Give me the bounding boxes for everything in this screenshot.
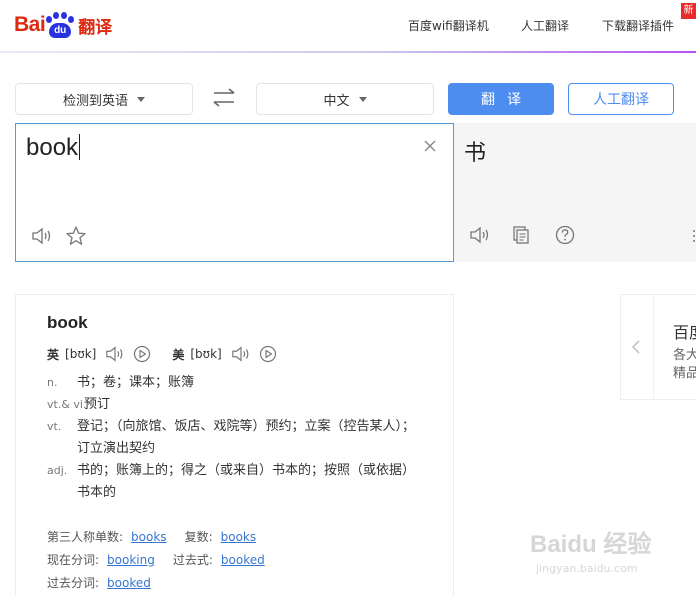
definition: 书；卷；课本；账簿 bbox=[77, 375, 195, 390]
chevron-left-icon[interactable] bbox=[631, 339, 641, 355]
target-language-label: 中文 bbox=[323, 93, 350, 109]
form-link[interactable]: books bbox=[221, 530, 257, 544]
definition: 书的；账簿上的；得之（或来自）书本的；按照（或依据）书本的 bbox=[77, 463, 416, 500]
side-card-title: 百度 bbox=[673, 323, 696, 342]
replay-icon[interactable] bbox=[258, 344, 278, 364]
source-language-select[interactable]: 检测到英语 bbox=[15, 83, 193, 115]
us-label: 美 bbox=[172, 347, 185, 362]
word-forms-row: 现在分词: booking 过去式: booked bbox=[47, 551, 283, 568]
swap-icon[interactable] bbox=[208, 86, 240, 110]
form-label: 现在分词: bbox=[47, 553, 100, 567]
form-label: 过去分词: bbox=[47, 576, 100, 590]
baidu-jingyan-watermark: Baidu 经验 jingyan.baidu.com bbox=[530, 524, 680, 586]
dictionary-word: book bbox=[47, 313, 88, 332]
form-label: 第三人称单数: bbox=[47, 530, 124, 544]
translate-button[interactable]: 翻译 bbox=[448, 83, 554, 115]
speaker-icon[interactable] bbox=[30, 225, 54, 247]
copy-icon[interactable] bbox=[510, 224, 532, 246]
translation-text: 书 bbox=[464, 141, 487, 166]
nav-download-plugin[interactable]: 下载翻译插件 bbox=[602, 17, 674, 34]
part-of-speech: vt. bbox=[47, 420, 62, 433]
human-translation-button[interactable]: 人工翻译 bbox=[568, 83, 674, 115]
translation-result-area: 书 bbox=[454, 123, 696, 262]
speaker-icon[interactable] bbox=[104, 344, 126, 364]
header-divider bbox=[0, 51, 696, 53]
target-language-select[interactable]: 中文 bbox=[256, 83, 434, 115]
form-label: 过去式: bbox=[172, 553, 213, 567]
watermark-logo: Baidu 经验 bbox=[530, 531, 652, 558]
paw-icon: du bbox=[46, 12, 75, 38]
part-of-speech: adj. bbox=[47, 464, 68, 477]
speaker-icon[interactable] bbox=[230, 344, 252, 364]
word-forms-row: 第三人称单数: books 复数: books bbox=[47, 528, 274, 545]
star-icon[interactable] bbox=[64, 224, 88, 248]
new-badge: 新 bbox=[681, 3, 696, 19]
form-link[interactable]: booked bbox=[221, 553, 265, 567]
clear-icon[interactable] bbox=[420, 136, 440, 156]
logo-fanyi: 翻译 bbox=[78, 17, 113, 38]
source-text[interactable]: book bbox=[26, 134, 81, 162]
definition: 预订 bbox=[84, 397, 111, 412]
uk-label: 英 bbox=[47, 347, 60, 362]
logo-bai: Bai bbox=[14, 13, 46, 36]
source-language-label: 检测到英语 bbox=[62, 93, 128, 109]
logo-du: du bbox=[49, 23, 72, 38]
part-of-speech: vt.& vi. bbox=[47, 398, 87, 411]
side-promo-card[interactable]: 百度 各大 精品 bbox=[620, 294, 696, 400]
definition: 登记；（向旅馆、饭店、戏院等）预约；立案（控告某人）；订立演出契约 bbox=[77, 419, 416, 456]
replay-icon[interactable] bbox=[132, 344, 152, 364]
chevron-down-icon bbox=[137, 96, 145, 102]
phonetics-row: 英 [bʊk] 美 [bʊk] bbox=[47, 344, 284, 364]
uk-phonetic: [bʊk] bbox=[65, 347, 97, 361]
divider bbox=[653, 295, 654, 399]
speaker-icon[interactable] bbox=[468, 224, 492, 246]
header: Bai du 翻译 百度wifi翻译机 人工翻译 下载翻译插件 新 bbox=[0, 0, 696, 53]
watermark-url: jingyan.baidu.com bbox=[536, 562, 638, 575]
word-forms-row: 过去分词: booked bbox=[47, 574, 169, 591]
part-of-speech: n. bbox=[47, 376, 58, 389]
side-card-line: 精品 bbox=[673, 366, 696, 381]
form-link[interactable]: books bbox=[131, 530, 167, 544]
form-link[interactable]: booking bbox=[107, 553, 155, 567]
more-icon[interactable] bbox=[692, 229, 696, 243]
us-phonetic: [bʊk] bbox=[190, 347, 222, 361]
baidu-fanyi-logo[interactable]: Bai du 翻译 bbox=[14, 10, 112, 40]
source-text-area[interactable]: book bbox=[15, 123, 454, 262]
nav-human-translation[interactable]: 人工翻译 bbox=[521, 17, 569, 34]
help-icon[interactable] bbox=[554, 224, 576, 246]
form-label: 复数: bbox=[184, 530, 213, 544]
chevron-down-icon bbox=[358, 96, 367, 102]
nav-wifi-translator[interactable]: 百度wifi翻译机 bbox=[408, 17, 489, 34]
dictionary-card: book 英 [bʊk] 美 [bʊk] n. 书；卷；课本；账簿 vt.& v bbox=[15, 294, 454, 596]
form-link[interactable]: booked bbox=[107, 576, 151, 590]
side-card-line: 各大 bbox=[673, 348, 696, 363]
